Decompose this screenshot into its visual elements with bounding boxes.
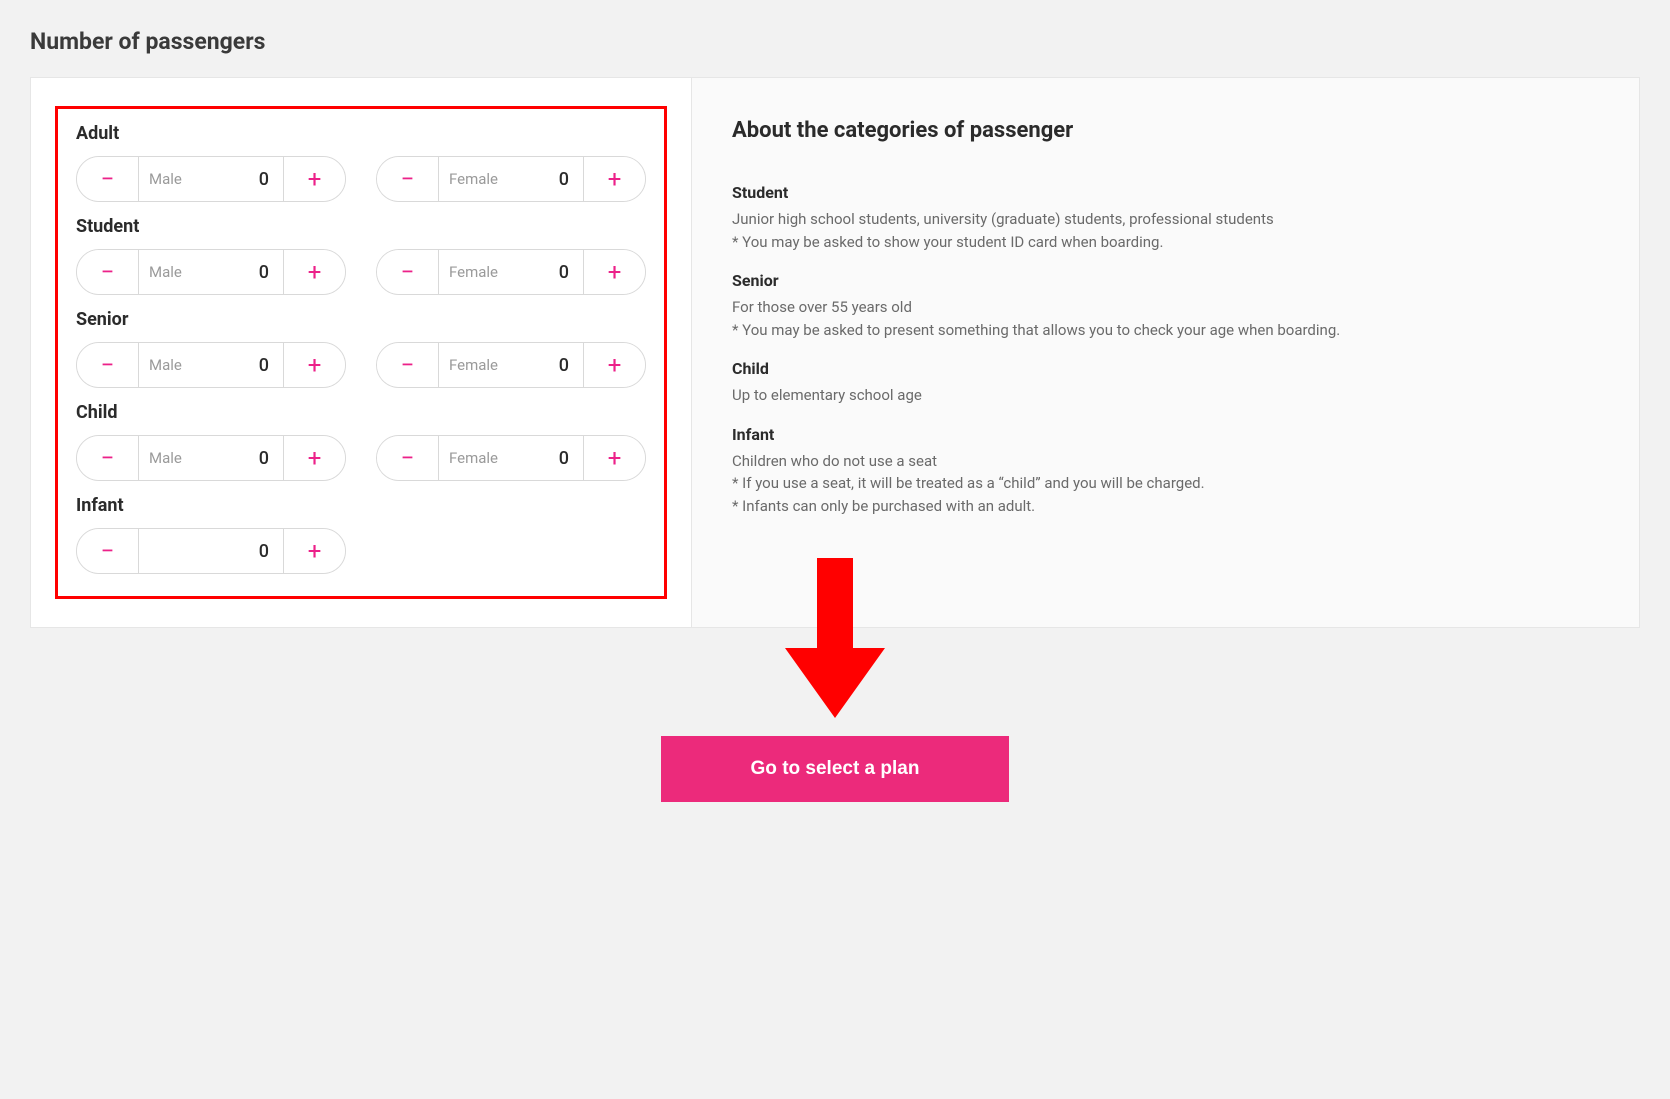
stepper-student-female: − Female 0 + bbox=[376, 249, 646, 295]
minus-button[interactable]: − bbox=[377, 250, 439, 294]
category-label-child: Child bbox=[76, 402, 646, 423]
about-heading: Child bbox=[732, 359, 1599, 378]
stepper-value: 0 bbox=[559, 355, 569, 376]
minus-button[interactable]: − bbox=[77, 529, 139, 573]
category-label-adult: Adult bbox=[76, 123, 646, 144]
stepper-display: 0 bbox=[139, 529, 283, 573]
stepper-display: Female 0 bbox=[439, 157, 583, 201]
plus-icon: + bbox=[608, 258, 622, 286]
minus-icon: − bbox=[101, 165, 115, 193]
stepper-gender-label: Female bbox=[449, 449, 559, 467]
about-infant: Infant Children who do not use a seat* I… bbox=[732, 425, 1599, 518]
stepper-student-male: − Male 0 + bbox=[76, 249, 346, 295]
stepper-value: 0 bbox=[559, 448, 569, 469]
stepper-display: Female 0 bbox=[439, 436, 583, 480]
highlight-box: Adult − Male 0 + − Female 0 + bbox=[55, 106, 667, 599]
go-to-select-plan-button[interactable]: Go to select a plan bbox=[661, 736, 1010, 802]
passenger-card: Adult − Male 0 + − Female 0 + bbox=[30, 77, 1640, 628]
stepper-gender-label: Female bbox=[449, 170, 559, 188]
stepper-adult-male: − Male 0 + bbox=[76, 156, 346, 202]
stepper-child-male: − Male 0 + bbox=[76, 435, 346, 481]
about-senior: Senior For those over 55 years old* You … bbox=[732, 271, 1599, 341]
stepper-gender-label: Male bbox=[149, 356, 259, 374]
minus-button[interactable]: − bbox=[377, 157, 439, 201]
plus-icon: + bbox=[308, 165, 322, 193]
minus-icon: − bbox=[101, 351, 115, 379]
category-label-infant: Infant bbox=[76, 495, 646, 516]
stepper-senior-female: − Female 0 + bbox=[376, 342, 646, 388]
stepper-gender-label: Male bbox=[149, 170, 259, 188]
minus-icon: − bbox=[101, 444, 115, 472]
plus-button[interactable]: + bbox=[283, 343, 345, 387]
plus-icon: + bbox=[608, 351, 622, 379]
category-label-student: Student bbox=[76, 216, 646, 237]
stepper-display: Male 0 bbox=[139, 436, 283, 480]
stepper-infant: − 0 + bbox=[76, 528, 346, 574]
plus-button[interactable]: + bbox=[283, 250, 345, 294]
about-heading: Senior bbox=[732, 271, 1599, 290]
plus-button[interactable]: + bbox=[583, 250, 645, 294]
stepper-value: 0 bbox=[259, 355, 269, 376]
minus-icon: − bbox=[101, 537, 115, 565]
plus-button[interactable]: + bbox=[583, 157, 645, 201]
plus-icon: + bbox=[608, 444, 622, 472]
about-heading: Student bbox=[732, 183, 1599, 202]
stepper-gender-label: Male bbox=[149, 449, 259, 467]
passenger-form-panel: Adult − Male 0 + − Female 0 + bbox=[31, 78, 691, 627]
minus-button[interactable]: − bbox=[77, 436, 139, 480]
minus-button[interactable]: − bbox=[77, 250, 139, 294]
about-text: Junior high school students, university … bbox=[732, 208, 1599, 253]
plus-icon: + bbox=[308, 258, 322, 286]
stepper-gender-label: Female bbox=[449, 356, 559, 374]
plus-icon: + bbox=[308, 351, 322, 379]
stepper-value: 0 bbox=[259, 169, 269, 190]
category-label-senior: Senior bbox=[76, 309, 646, 330]
stepper-gender-label: Male bbox=[149, 263, 259, 281]
plus-button[interactable]: + bbox=[583, 436, 645, 480]
stepper-value: 0 bbox=[259, 262, 269, 283]
about-text: Children who do not use a seat* If you u… bbox=[732, 450, 1599, 518]
minus-icon: − bbox=[101, 258, 115, 286]
minus-icon: − bbox=[401, 258, 415, 286]
stepper-display: Male 0 bbox=[139, 250, 283, 294]
minus-button[interactable]: − bbox=[377, 343, 439, 387]
minus-icon: − bbox=[401, 444, 415, 472]
minus-icon: − bbox=[401, 165, 415, 193]
stepper-gender-label: Female bbox=[449, 263, 559, 281]
minus-button[interactable]: − bbox=[77, 343, 139, 387]
stepper-display: Female 0 bbox=[439, 250, 583, 294]
about-title: About the categories of passenger bbox=[732, 118, 1599, 143]
plus-button[interactable]: + bbox=[283, 157, 345, 201]
about-panel: About the categories of passenger Studen… bbox=[691, 78, 1639, 627]
stepper-display: Female 0 bbox=[439, 343, 583, 387]
stepper-child-female: − Female 0 + bbox=[376, 435, 646, 481]
plus-button[interactable]: + bbox=[583, 343, 645, 387]
stepper-display: Male 0 bbox=[139, 343, 283, 387]
stepper-value: 0 bbox=[259, 448, 269, 469]
about-child: Child Up to elementary school age bbox=[732, 359, 1599, 407]
plus-icon: + bbox=[308, 537, 322, 565]
minus-button[interactable]: − bbox=[77, 157, 139, 201]
minus-button[interactable]: − bbox=[377, 436, 439, 480]
plus-button[interactable]: + bbox=[283, 529, 345, 573]
about-heading: Infant bbox=[732, 425, 1599, 444]
stepper-value: 0 bbox=[259, 541, 269, 562]
stepper-value: 0 bbox=[559, 262, 569, 283]
minus-icon: − bbox=[401, 351, 415, 379]
page-title: Number of passengers bbox=[30, 28, 1640, 55]
stepper-value: 0 bbox=[559, 169, 569, 190]
plus-button[interactable]: + bbox=[283, 436, 345, 480]
about-student: Student Junior high school students, uni… bbox=[732, 183, 1599, 253]
stepper-display: Male 0 bbox=[139, 157, 283, 201]
about-text: Up to elementary school age bbox=[732, 384, 1599, 407]
about-text: For those over 55 years old* You may be … bbox=[732, 296, 1599, 341]
stepper-adult-female: − Female 0 + bbox=[376, 156, 646, 202]
stepper-senior-male: − Male 0 + bbox=[76, 342, 346, 388]
plus-icon: + bbox=[308, 444, 322, 472]
plus-icon: + bbox=[608, 165, 622, 193]
